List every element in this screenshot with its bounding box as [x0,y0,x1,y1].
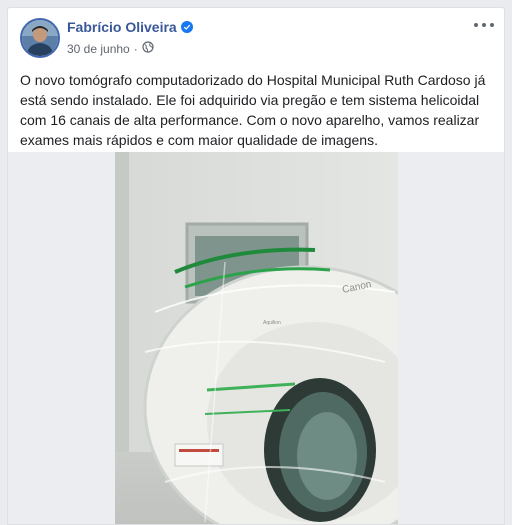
globe-icon[interactable] [142,41,154,56]
post-meta: 30 de junho · [67,41,154,56]
verified-badge-icon [180,21,193,33]
avatar-photo [22,20,58,56]
post-header: Fabrício Oliveira 30 de junho · [8,8,504,70]
video-frame[interactable]: Canon Aquilion [115,152,398,524]
author-avatar[interactable] [20,18,60,58]
author-line: Fabrício Oliveira [67,19,193,35]
scanner-model-mark: Aquilion [263,320,281,326]
meta-separator: · [133,41,138,56]
more-options-icon[interactable] [474,18,494,32]
post-date[interactable]: 30 de junho [67,42,130,56]
author-name[interactable]: Fabrício Oliveira [67,19,177,35]
ct-scanner-photo: Canon Aquilion [115,152,398,524]
post-media[interactable]: Canon Aquilion [8,152,504,524]
post-text: O novo tomógrafo computadorizado do Hosp… [20,72,486,148]
post-card: Fabrício Oliveira 30 de junho · O novo t… [7,7,505,525]
